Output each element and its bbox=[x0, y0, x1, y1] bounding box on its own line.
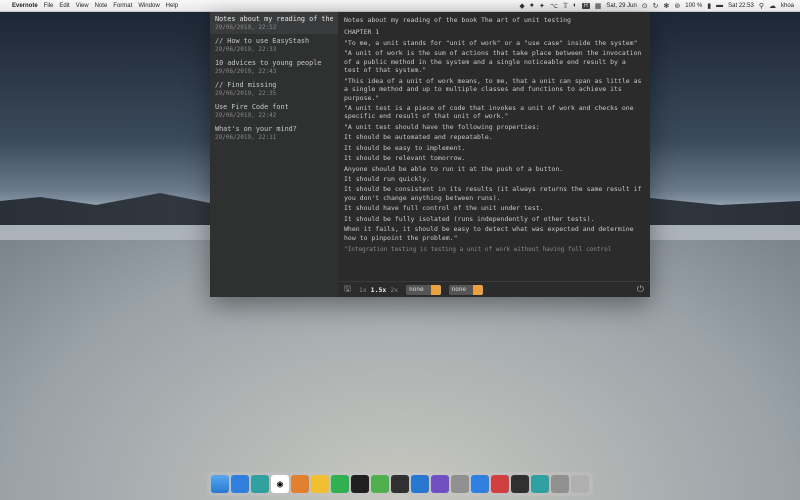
menubar-time[interactable]: Sat 22:53 bbox=[728, 3, 754, 9]
dock-evernote-icon[interactable] bbox=[371, 475, 389, 493]
note-list-item[interactable]: 10 advices to young people 29/06/2019, 2… bbox=[210, 56, 338, 78]
toolbar-dropdown-2[interactable]: none bbox=[449, 285, 483, 295]
dock-app-icon[interactable] bbox=[551, 475, 569, 493]
menubar-user[interactable]: khoa bbox=[781, 3, 794, 9]
note-paragraph: "A unit of work is the sum of actions th… bbox=[344, 49, 644, 74]
menubar-icon[interactable]: 𝕋 bbox=[563, 2, 568, 10]
note-date: 29/06/2019, 22:43 bbox=[215, 68, 333, 75]
app-name-item[interactable]: Evernote bbox=[12, 3, 38, 9]
help-menu-item[interactable]: Help bbox=[166, 3, 178, 9]
menubar-icon[interactable]: ✦ bbox=[539, 2, 545, 10]
dock-app-icon[interactable] bbox=[471, 475, 489, 493]
note-paragraph: CHAPTER 1 bbox=[344, 28, 644, 36]
note-title: // How to use EasyStash bbox=[215, 37, 333, 45]
note-paragraph: "To me, a unit stands for "unit of work"… bbox=[344, 39, 644, 47]
note-date: 29/06/2019, 22:11 bbox=[215, 134, 333, 141]
dock-app-icon[interactable] bbox=[291, 475, 309, 493]
zoom-controls: 1x 1.5x 2x bbox=[359, 286, 398, 294]
note-list-item[interactable]: What's on your mind? 29/06/2019, 22:11 bbox=[210, 122, 338, 144]
note-paragraph: It should be automated and repeatable. bbox=[344, 133, 644, 141]
note-date: 29/06/2019, 22:42 bbox=[215, 112, 333, 119]
menubar-icon[interactable]: ⊙ bbox=[642, 2, 648, 10]
note-paragraph: It should be easy to implement. bbox=[344, 144, 644, 152]
dock-finder-icon[interactable] bbox=[211, 475, 229, 493]
note-content-title: Notes about my reading of the book The a… bbox=[344, 16, 644, 24]
menubar-icon[interactable]: ❃ bbox=[664, 2, 670, 10]
note-paragraph-cutoff: "Integration testing is testing a unit o… bbox=[344, 246, 644, 254]
menubar-icon[interactable]: ↻ bbox=[653, 2, 659, 10]
flag-icon[interactable]: ▬ bbox=[716, 2, 723, 9]
note-paragraph: It should have full control of the unit … bbox=[344, 204, 644, 212]
edit-menu-item[interactable]: Edit bbox=[59, 3, 69, 9]
zoom-2x[interactable]: 2x bbox=[390, 286, 398, 294]
battery-icon[interactable]: ▮ bbox=[707, 2, 711, 10]
zoom-1x[interactable]: 1x bbox=[359, 286, 367, 294]
format-menu-item[interactable]: Format bbox=[113, 3, 132, 9]
menubar-icon[interactable]: ⌥ bbox=[550, 2, 558, 10]
dock-app-icon[interactable] bbox=[231, 475, 249, 493]
evernote-window: Notes about my reading of the bo 29/06/2… bbox=[210, 12, 650, 297]
note-date: 29/06/2019, 22:35 bbox=[215, 90, 333, 97]
note-list-item[interactable]: Use Fire Code font 29/06/2019, 22:42 bbox=[210, 100, 338, 122]
zoom-1-5x[interactable]: 1.5x bbox=[371, 286, 387, 294]
menubar-icon[interactable]: ● bbox=[530, 2, 534, 9]
note-list-item[interactable]: // How to use EasyStash 29/06/2019, 22:3… bbox=[210, 34, 338, 56]
file-menu-item[interactable]: File bbox=[44, 3, 54, 9]
window-menu-item[interactable]: Window bbox=[138, 3, 159, 9]
note-title: Notes about my reading of the bo bbox=[215, 15, 333, 23]
note-title: 10 advices to young people bbox=[215, 59, 333, 67]
view-menu-item[interactable]: View bbox=[76, 3, 89, 9]
menubar-icon[interactable]: ◆ bbox=[519, 2, 524, 10]
dock-trash-icon[interactable] bbox=[571, 475, 589, 493]
note-title: What's on your mind? bbox=[215, 125, 333, 133]
note-paragraph: It should run quickly. bbox=[344, 175, 644, 183]
dock-app-icon[interactable] bbox=[511, 475, 529, 493]
note-content-pane: Notes about my reading of the book The a… bbox=[338, 12, 650, 297]
dock-app-icon[interactable] bbox=[531, 475, 549, 493]
note-title: Use Fire Code font bbox=[215, 103, 333, 111]
power-icon[interactable]: ⏻ bbox=[637, 285, 644, 295]
menubar-badge[interactable]: H bbox=[582, 3, 590, 9]
note-list-item[interactable]: // Find missing 29/06/2019, 22:35 bbox=[210, 78, 338, 100]
save-icon[interactable]: 🖫 bbox=[344, 283, 351, 297]
dock-app-icon[interactable] bbox=[451, 475, 469, 493]
messenger-icon[interactable]: ☁ bbox=[769, 2, 776, 10]
menubar-date[interactable]: Sat, 29 Jun bbox=[606, 3, 636, 9]
dock-app-icon[interactable] bbox=[311, 475, 329, 493]
note-paragraph: Anyone should be able to run it at the p… bbox=[344, 165, 644, 173]
battery-percent: 100 % bbox=[685, 3, 702, 9]
note-menu-item[interactable]: Note bbox=[95, 3, 108, 9]
toolbar-dropdown-1[interactable]: none bbox=[406, 285, 440, 295]
notes-sidebar: Notes about my reading of the bo 29/06/2… bbox=[210, 12, 338, 297]
dock-app-icon[interactable] bbox=[331, 475, 349, 493]
note-paragraph: "A unit test is a piece of code that inv… bbox=[344, 104, 644, 121]
note-paragraph: "This idea of a unit of work means, to m… bbox=[344, 77, 644, 102]
dock-vscode-icon[interactable] bbox=[411, 475, 429, 493]
note-date: 29/06/2019, 22:52 bbox=[215, 24, 333, 31]
dock-app-icon[interactable] bbox=[491, 475, 509, 493]
note-paragraph: It should be fully isolated (runs indepe… bbox=[344, 215, 644, 223]
note-title: // Find missing bbox=[215, 81, 333, 89]
spotlight-icon[interactable]: ⚲ bbox=[759, 2, 764, 10]
dock-app-icon[interactable] bbox=[251, 475, 269, 493]
note-paragraph: When it fails, it should be easy to dete… bbox=[344, 225, 644, 242]
note-list-item[interactable]: Notes about my reading of the bo 29/06/2… bbox=[210, 12, 338, 34]
menubar-icon[interactable]: ◐ bbox=[573, 2, 577, 9]
calendar-icon[interactable]: ▦ bbox=[595, 2, 602, 10]
dock-app-icon[interactable] bbox=[391, 475, 409, 493]
dock-app-icon[interactable] bbox=[431, 475, 449, 493]
system-menubar: Evernote File Edit View Note Format Wind… bbox=[0, 0, 800, 12]
note-editor[interactable]: Notes about my reading of the book The a… bbox=[338, 12, 650, 281]
system-dock: ◉ bbox=[207, 472, 593, 496]
dock-terminal-icon[interactable] bbox=[351, 475, 369, 493]
dock-chrome-icon[interactable]: ◉ bbox=[271, 475, 289, 493]
note-paragraph: It should be consistent in its results (… bbox=[344, 185, 644, 202]
note-date: 29/06/2019, 22:33 bbox=[215, 46, 333, 53]
wifi-icon[interactable]: ⊚ bbox=[674, 2, 680, 10]
editor-bottom-toolbar: 🖫 1x 1.5x 2x none none ⏻ bbox=[338, 281, 650, 297]
note-paragraph: It should be relevant tomorrow. bbox=[344, 154, 644, 162]
note-paragraph: "A unit test should have the following p… bbox=[344, 123, 644, 131]
